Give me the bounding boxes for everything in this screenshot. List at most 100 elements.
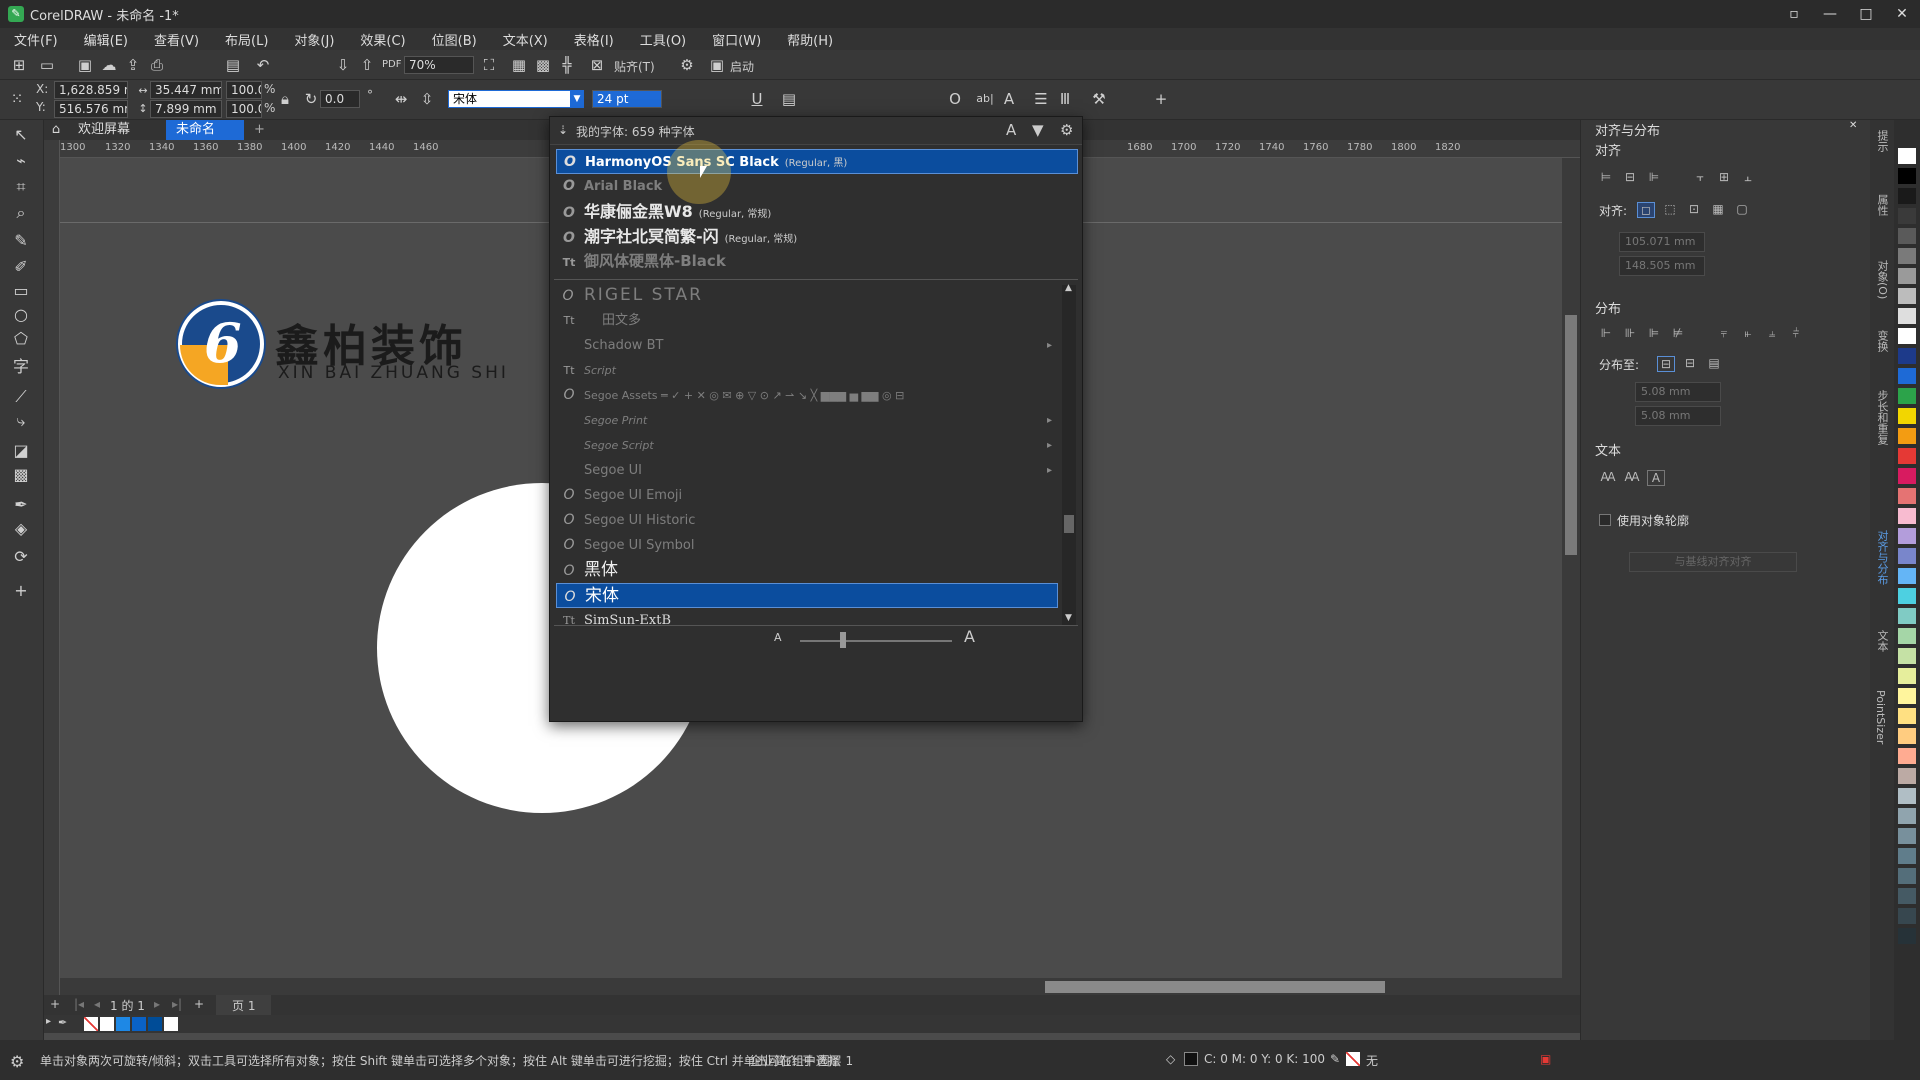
align-left-icon[interactable]: ⊨ [1597, 170, 1615, 186]
distribute-top-icon[interactable]: ⫧ [1715, 326, 1733, 342]
palette-swatch[interactable] [1898, 648, 1916, 664]
first-page-icon[interactable]: |◂ [74, 997, 84, 1011]
palette-swatch[interactable] [1898, 228, 1916, 244]
menu-table[interactable]: 表格(I) [574, 30, 614, 49]
palette-swatch[interactable] [1898, 628, 1916, 644]
next-page-icon[interactable]: ▸ [154, 997, 160, 1011]
scroll-down-icon[interactable]: ▼ [1065, 613, 1072, 623]
eyedropper-icon[interactable]: ✒ [10, 494, 32, 516]
font-family-select[interactable]: 宋体 [448, 90, 584, 108]
palette-swatch[interactable] [1898, 148, 1916, 164]
new-document-icon[interactable]: ⊞ [10, 56, 28, 74]
palette-swatch[interactable] [1898, 428, 1916, 444]
palette-arrow-icon[interactable]: ▸ [46, 1016, 51, 1027]
vertical-ruler[interactable] [44, 140, 60, 995]
mirror-horizontal-icon[interactable]: ⇹ [392, 90, 410, 108]
open-folder-icon[interactable]: ▭ [38, 56, 56, 74]
export-icon[interactable]: ⇧ [358, 56, 376, 74]
zoom-select[interactable]: 70% [404, 56, 474, 74]
menu-window[interactable]: 窗口(W) [712, 30, 761, 49]
palette-swatch[interactable] [1898, 188, 1916, 204]
palette-swatch[interactable] [1898, 828, 1916, 844]
rectangle-tool-icon[interactable]: ▭ [10, 280, 32, 302]
add-page-after-icon[interactable]: + [194, 997, 204, 1011]
align-x-field[interactable]: 105.071 mm [1619, 232, 1705, 252]
parallel-dimension-icon[interactable]: ⟋ [10, 386, 32, 408]
palette-swatch[interactable] [1898, 488, 1916, 504]
palette-swatch[interactable] [1898, 788, 1916, 804]
docker-tab[interactable]: 提示 [1874, 130, 1890, 152]
edit-text-icon[interactable]: A [1000, 90, 1018, 108]
mirror-vertical-icon[interactable]: ⇳ [418, 90, 436, 108]
paste-icon[interactable]: ▤ [224, 56, 242, 74]
scroll-thumb[interactable] [1045, 981, 1385, 993]
company-logo-mark[interactable]: 6 [178, 301, 264, 387]
drop-shadow-icon[interactable]: ◪ [10, 440, 32, 462]
align-baseline-button[interactable]: 与基线对齐对齐 [1629, 552, 1797, 572]
maximize-button[interactable]: □ [1848, 0, 1884, 28]
palette-swatch[interactable] [1898, 688, 1916, 704]
y-position-field[interactable]: 516.576 mm [54, 100, 128, 118]
smart-fill-icon[interactable]: ⟳ [10, 546, 32, 568]
lock-ratio-icon[interactable]: 🔒︎ [276, 90, 294, 108]
grid-icon[interactable]: ▩ [534, 56, 552, 74]
font-playground-icon[interactable]: A [1006, 121, 1016, 139]
vertical-scrollbar[interactable] [1562, 158, 1580, 978]
print-icon[interactable]: ⎙ [148, 56, 166, 74]
palette-swatch[interactable] [100, 1017, 114, 1031]
align-center-h-icon[interactable]: ⊟ [1621, 170, 1639, 186]
pdf-icon[interactable]: PDF [382, 56, 401, 74]
font-item-harmonyos[interactable]: O HarmonyOS Sans SC Black (Regular, 黑) [556, 149, 1078, 174]
text-tool-icon[interactable]: 字 [10, 356, 32, 378]
align-page-center-icon[interactable]: ⊡ [1685, 202, 1703, 218]
add-tool-icon[interactable]: + [10, 580, 32, 602]
palette-eyedropper-icon[interactable]: ✒ [58, 1016, 67, 1029]
tab-welcome[interactable]: 欢迎屏幕 [68, 120, 140, 140]
palette-swatch[interactable] [1898, 868, 1916, 884]
guidelines-icon[interactable]: ╬ [558, 56, 576, 74]
outline-none-swatch[interactable] [1346, 1052, 1360, 1066]
menu-edit[interactable]: 编辑(E) [84, 30, 128, 49]
palette-swatch[interactable] [1898, 348, 1916, 364]
palette-swatch[interactable] [1898, 808, 1916, 824]
font-item-segoe-ui[interactable]: Segoe UI ▸ [556, 458, 1078, 483]
font-item-yufeng[interactable]: Tt 御风体硬黑体-Black [556, 249, 1078, 274]
artistic-media-icon[interactable]: ✐ [10, 256, 32, 278]
palette-swatch[interactable] [1898, 528, 1916, 544]
full-screen-icon[interactable]: ⛶ [480, 56, 498, 74]
save-icon[interactable]: ▣ [76, 56, 94, 74]
width-field[interactable]: 35.447 mm [150, 81, 222, 99]
menu-tools[interactable]: 工具(O) [640, 30, 686, 49]
palette-swatch[interactable] [1898, 408, 1916, 424]
font-item-segoe-print[interactable]: Segoe Print ▸ [556, 408, 1078, 433]
undo-icon[interactable]: ↶ [254, 56, 272, 74]
minimize-button[interactable]: — [1812, 0, 1848, 28]
palette-swatch[interactable] [1898, 448, 1916, 464]
menu-help[interactable]: 帮助(H) [787, 30, 833, 49]
docker-tab[interactable]: PointSizer [1874, 690, 1887, 744]
align-right-icon[interactable]: ⊫ [1645, 170, 1663, 186]
align-point-icon[interactable]: ▢ [1733, 202, 1751, 218]
palette-swatch[interactable] [1898, 268, 1916, 284]
distribute-middle-icon[interactable]: ⫦ [1739, 326, 1757, 342]
font-settings-gear-icon[interactable]: ⚙ [1060, 121, 1073, 139]
font-size-field[interactable]: 24 pt [592, 90, 662, 108]
slider-handle[interactable] [840, 632, 846, 648]
distribute-v-spacing-icon[interactable]: ⫩ [1787, 326, 1805, 342]
last-baseline-icon[interactable]: Ꜳ [1623, 470, 1641, 486]
add-icon[interactable]: + [1152, 90, 1170, 108]
polygon-tool-icon[interactable]: ⬠ [10, 328, 32, 350]
height-field[interactable]: 7.899 mm [150, 100, 222, 118]
add-page-icon[interactable]: + [50, 997, 60, 1011]
menu-layout[interactable]: 布局(L) [225, 30, 268, 49]
palette-swatch[interactable] [1898, 668, 1916, 684]
distribute-spacing-set-icon[interactable]: ▤ [1705, 356, 1723, 372]
palette-swatch[interactable] [1898, 908, 1916, 924]
docker-tab[interactable]: 变换 [1874, 330, 1890, 352]
font-item-segoe-ui-emoji[interactable]: O Segoe UI Emoji [556, 483, 1078, 508]
align-top-icon[interactable]: ⫟ [1691, 170, 1709, 186]
logo-english-text[interactable]: XIN BAI ZHUANG SHI [278, 363, 509, 383]
object-origin-icon[interactable]: ⁙ [8, 90, 26, 108]
font-item-segoe-ui-symbol[interactable]: O Segoe UI Symbol [556, 533, 1078, 558]
palette-swatch[interactable] [1898, 708, 1916, 724]
